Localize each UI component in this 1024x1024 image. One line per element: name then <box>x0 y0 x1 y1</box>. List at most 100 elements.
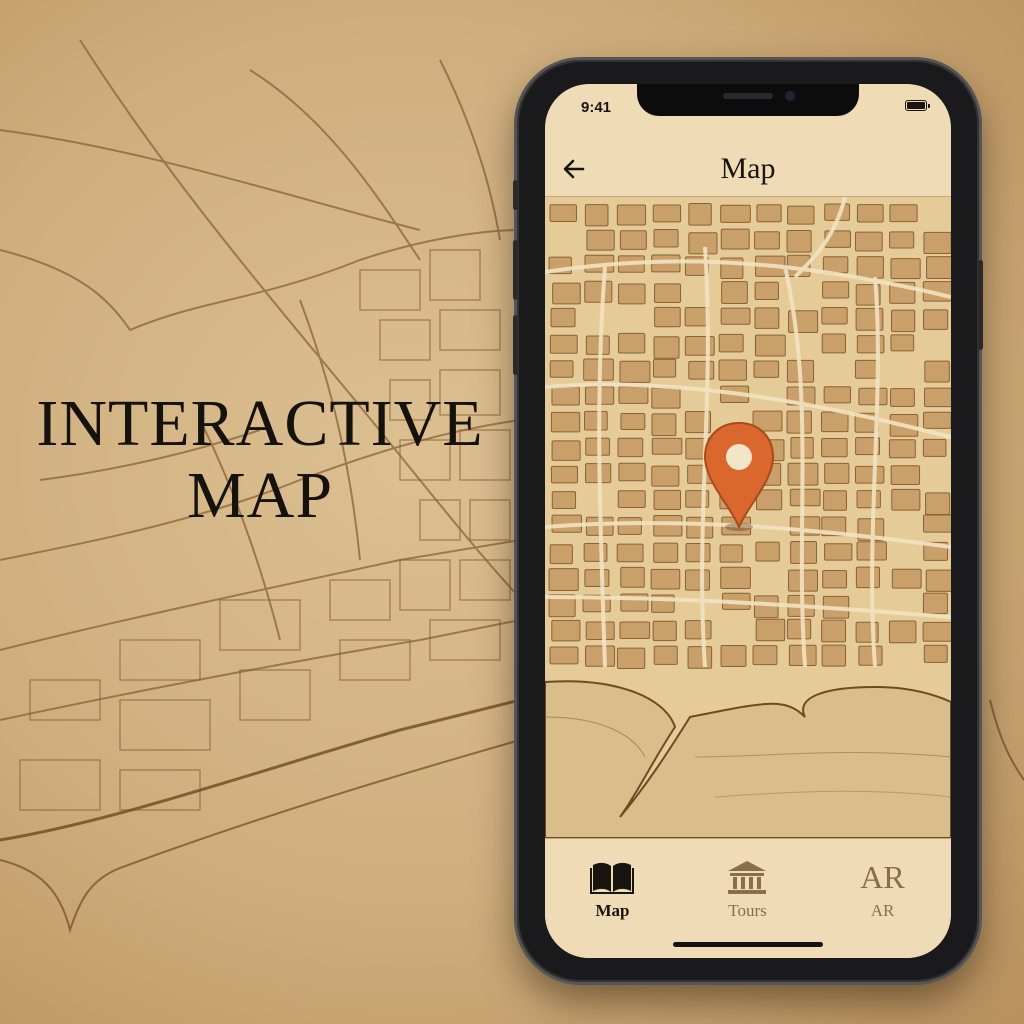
map-block <box>653 489 681 510</box>
map-block <box>890 309 916 333</box>
map-block <box>619 230 647 250</box>
map-block <box>618 462 646 482</box>
map-block <box>684 336 715 356</box>
map-block <box>550 307 576 328</box>
map-block <box>718 359 748 381</box>
map-block <box>822 256 849 274</box>
tab-map-label: Map <box>595 901 630 920</box>
map-block <box>923 644 948 663</box>
map-block <box>787 205 815 225</box>
map-block <box>755 618 786 642</box>
map-block <box>822 281 850 299</box>
map-block <box>786 618 812 640</box>
map-block <box>654 283 682 304</box>
map-block <box>822 570 848 589</box>
map-block <box>651 465 680 487</box>
map-block <box>617 490 646 508</box>
power-button <box>978 260 983 350</box>
map-block <box>925 492 951 515</box>
map-block <box>891 568 922 589</box>
map-block <box>688 360 715 380</box>
hero-title-line2: MAP <box>186 459 334 532</box>
ar-icon: AR <box>860 859 905 895</box>
map-block <box>754 307 780 329</box>
map-block <box>754 334 786 357</box>
map-block <box>925 569 951 592</box>
map-block <box>651 413 677 437</box>
book-icon <box>590 862 634 894</box>
map-block <box>619 360 651 383</box>
map-block <box>652 358 677 378</box>
map-block <box>821 644 847 667</box>
map-block <box>652 620 677 642</box>
map-block <box>854 465 885 484</box>
map-block <box>619 621 651 640</box>
map-block <box>856 256 884 279</box>
map-block <box>891 488 921 511</box>
speaker <box>723 93 773 99</box>
map-block <box>552 282 581 305</box>
tab-map[interactable]: Map <box>545 839 680 958</box>
map-block <box>719 544 743 563</box>
map-block <box>720 645 747 668</box>
home-indicator[interactable] <box>673 942 823 947</box>
location-pin-icon[interactable] <box>701 421 777 533</box>
phone-frame: 9:41 Map Map Tours AR AR <box>513 60 983 982</box>
tab-ar-label: AR <box>870 901 895 920</box>
map-block <box>755 541 780 562</box>
map-block <box>651 437 683 455</box>
map-block <box>618 283 646 305</box>
map-block <box>549 334 578 354</box>
map-block <box>620 412 646 431</box>
map-block <box>888 620 917 644</box>
map-block <box>551 386 580 406</box>
map-block <box>549 204 577 222</box>
map-view[interactable] <box>545 197 951 838</box>
map-block <box>551 619 581 642</box>
map-block <box>617 437 644 458</box>
map-block <box>890 334 915 352</box>
map-block <box>786 229 812 253</box>
volume-up-button <box>513 240 518 300</box>
map-block <box>858 645 883 666</box>
map-block <box>549 544 573 565</box>
map-block <box>651 387 681 409</box>
volume-down-button <box>513 315 518 375</box>
tab-tours[interactable]: Tours <box>680 839 815 958</box>
tab-ar[interactable]: AR AR <box>815 839 950 958</box>
map-block <box>754 231 780 250</box>
map-block <box>924 387 951 408</box>
map-block <box>820 411 849 433</box>
battery-icon <box>905 100 930 111</box>
map-block <box>653 229 679 248</box>
map-block <box>821 333 846 354</box>
map-block <box>721 281 748 305</box>
map-block <box>688 232 718 255</box>
map-block <box>890 388 915 407</box>
map-block <box>753 360 780 378</box>
map-block <box>549 646 579 665</box>
page-title: Map <box>720 152 776 185</box>
map-block <box>549 360 574 378</box>
museum-icon <box>728 861 766 894</box>
map-block <box>821 437 848 458</box>
app-header: Map <box>545 144 951 197</box>
map-block <box>924 360 950 383</box>
map-block <box>923 309 949 330</box>
map-block <box>856 204 884 223</box>
map-block <box>889 231 915 249</box>
map-block <box>823 490 847 511</box>
map-block <box>616 647 646 669</box>
map-block <box>720 228 750 250</box>
map-block <box>720 566 751 590</box>
map-block <box>585 621 615 641</box>
map-block <box>789 488 821 507</box>
map-block <box>551 491 577 509</box>
map-block <box>922 592 948 615</box>
map-block <box>922 514 951 533</box>
map-block <box>620 566 645 588</box>
map-block <box>653 645 678 665</box>
map-block <box>550 411 581 433</box>
map-block <box>584 410 608 431</box>
tab-bar: Map Tours AR AR <box>545 838 951 958</box>
